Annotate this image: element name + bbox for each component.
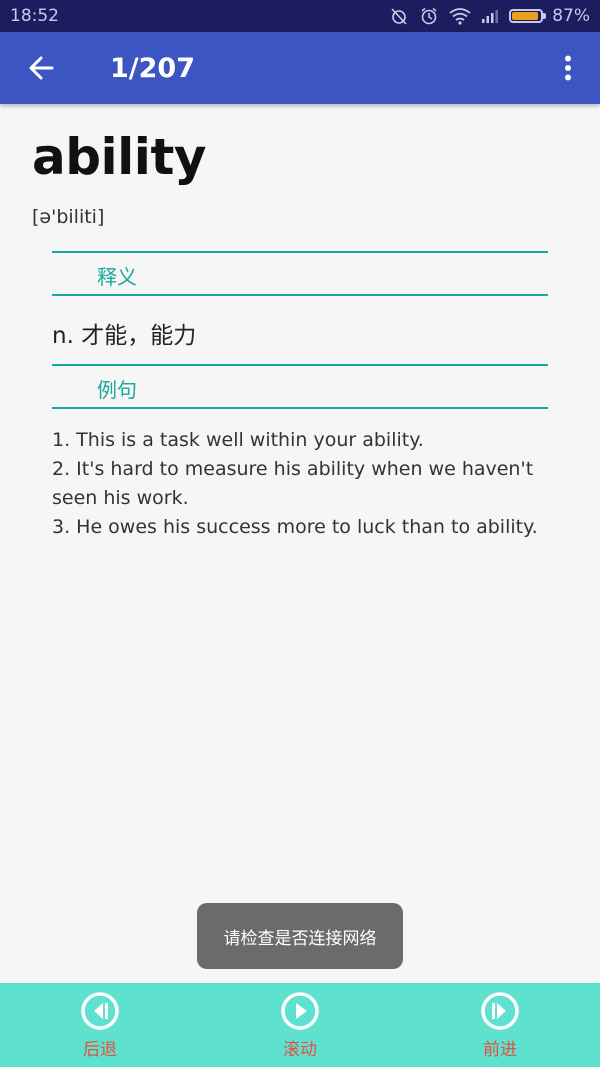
definition-label: 释义 [97, 265, 137, 289]
alarm-icon [419, 6, 439, 26]
app-bar: 1/207 [0, 32, 600, 104]
example-item: 2. It's hard to measure his ability when… [52, 458, 534, 509]
examples-label: 例句 [97, 378, 137, 402]
signal-icon [481, 8, 499, 24]
bottom-bar: 后退 滚动 前进 [0, 983, 600, 1067]
overflow-menu-button[interactable] [536, 32, 600, 104]
example-item: 3. He owes his success more to luck than… [52, 516, 538, 538]
back-button[interactable] [0, 32, 82, 104]
next-icon [481, 992, 519, 1030]
divider [52, 364, 548, 366]
previous-icon [81, 992, 119, 1030]
phonetic: [ə'biliti] [32, 206, 105, 228]
definition-text: n. 才能，能力 [52, 323, 197, 349]
next-label: 前进 [483, 1040, 517, 1060]
divider [52, 251, 548, 253]
status-time: 18:52 [10, 6, 59, 26]
arrow-left-icon [29, 56, 54, 80]
battery-icon: 87% [509, 6, 590, 26]
divider [52, 407, 548, 409]
status-icons: 87% [389, 6, 590, 26]
page-counter-title: 1/207 [110, 52, 196, 84]
play-icon [281, 992, 319, 1030]
battery-percent: 87% [552, 6, 590, 26]
example-item: 1. This is a task well within your abili… [52, 429, 424, 451]
next-button[interactable]: 前进 [400, 983, 600, 1067]
status-bar: 18:52 87% [0, 0, 600, 32]
scroll-button[interactable]: 滚动 [200, 983, 400, 1067]
scroll-label: 滚动 [283, 1040, 317, 1060]
wifi-icon [449, 7, 471, 25]
divider [52, 294, 548, 296]
previous-label: 后退 [83, 1040, 117, 1060]
more-vert-icon [565, 55, 571, 81]
alarm-off-icon [389, 6, 409, 26]
toast-message: 请检查是否连接网络 [197, 903, 403, 969]
previous-button[interactable]: 后退 [0, 983, 200, 1067]
examples-list: 1. This is a task well within your abili… [52, 426, 552, 542]
headword: ability [32, 128, 206, 186]
